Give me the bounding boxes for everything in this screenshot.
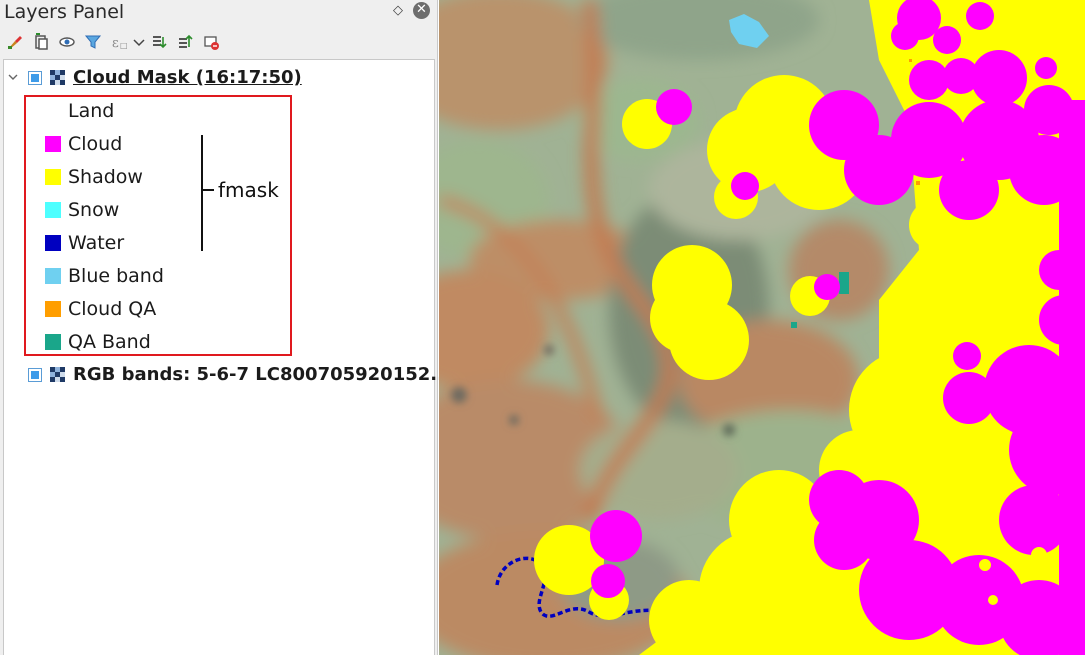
add-group-icon[interactable] bbox=[28, 30, 54, 54]
legend-item-cloud[interactable]: Cloud bbox=[45, 127, 122, 160]
layer-name[interactable]: RGB bands: 5-6-7 LC800705920152... bbox=[73, 364, 451, 385]
map-canvas[interactable] bbox=[439, 0, 1085, 655]
legend-swatch bbox=[45, 168, 61, 185]
fmask-bracket bbox=[201, 135, 214, 251]
legend-item-snow[interactable]: Snow bbox=[45, 193, 119, 226]
legend-label: Cloud QA bbox=[68, 297, 157, 320]
legend-label: Cloud bbox=[68, 132, 123, 155]
legend-label: Snow bbox=[68, 198, 120, 221]
filter-legend-icon[interactable] bbox=[80, 30, 106, 54]
legend-swatch bbox=[45, 333, 61, 350]
legend-swatch bbox=[45, 267, 61, 284]
raster-layer-icon bbox=[50, 367, 65, 382]
svg-text:ε: ε bbox=[112, 36, 119, 51]
layer-row-cloud-mask[interactable]: Cloud Mask (16:17:50) bbox=[4, 61, 302, 94]
raster-layer-icon bbox=[50, 70, 65, 85]
legend-item-shadow[interactable]: Shadow bbox=[45, 160, 143, 193]
legend-label: Shadow bbox=[68, 165, 143, 188]
legend-label: Water bbox=[68, 231, 125, 254]
collapse-chevron-icon[interactable] bbox=[7, 71, 19, 83]
dropdown-chevron-icon[interactable] bbox=[132, 30, 146, 54]
legend-swatch bbox=[45, 135, 61, 152]
layer-row-rgb-bands[interactable]: RGB bands: 5-6-7 LC800705920152... bbox=[4, 358, 451, 391]
legend-label: QA Band bbox=[68, 330, 151, 353]
legend-label: Blue band bbox=[68, 264, 164, 287]
layer-visibility-checkbox[interactable] bbox=[28, 367, 42, 382]
close-panel-icon[interactable]: ✕ bbox=[413, 2, 430, 19]
layer-visibility-checkbox[interactable] bbox=[28, 70, 42, 85]
legend-swatch bbox=[45, 234, 61, 251]
legend-label: Land bbox=[68, 99, 115, 122]
legend-item-cloud-qa[interactable]: Cloud QA bbox=[45, 292, 156, 325]
legend-item-qa-band[interactable]: QA Band bbox=[45, 325, 151, 358]
svg-text:□: □ bbox=[120, 41, 128, 50]
remove-layer-icon[interactable] bbox=[198, 30, 224, 54]
layers-panel: Layers Panel ◇ ✕ ε □ Cloud Mask (16:17:5… bbox=[0, 0, 451, 655]
fmask-label: fmask bbox=[218, 178, 279, 202]
layers-toolbar: ε □ bbox=[2, 30, 224, 54]
style-paintbrush-icon[interactable] bbox=[2, 30, 28, 54]
layer-tree: Cloud Mask (16:17:50) Land Cloud Shadow … bbox=[3, 59, 451, 655]
legend-item-water[interactable]: Water bbox=[45, 226, 124, 259]
legend-swatch bbox=[45, 102, 61, 119]
panel-title: Layers Panel bbox=[4, 1, 125, 23]
eye-visibility-icon[interactable] bbox=[54, 30, 80, 54]
legend-item-blue-band[interactable]: Blue band bbox=[45, 259, 164, 292]
layer-name[interactable]: Cloud Mask (16:17:50) bbox=[73, 67, 302, 88]
legend-swatch bbox=[45, 300, 61, 317]
expand-all-icon[interactable] bbox=[146, 30, 172, 54]
filter-expression-icon[interactable]: ε □ bbox=[106, 30, 132, 54]
collapse-all-icon[interactable] bbox=[172, 30, 198, 54]
legend-item-land[interactable]: Land bbox=[45, 94, 114, 127]
float-panel-icon[interactable]: ◇ bbox=[389, 2, 407, 20]
map-render bbox=[439, 0, 1085, 655]
legend-swatch bbox=[45, 201, 61, 218]
